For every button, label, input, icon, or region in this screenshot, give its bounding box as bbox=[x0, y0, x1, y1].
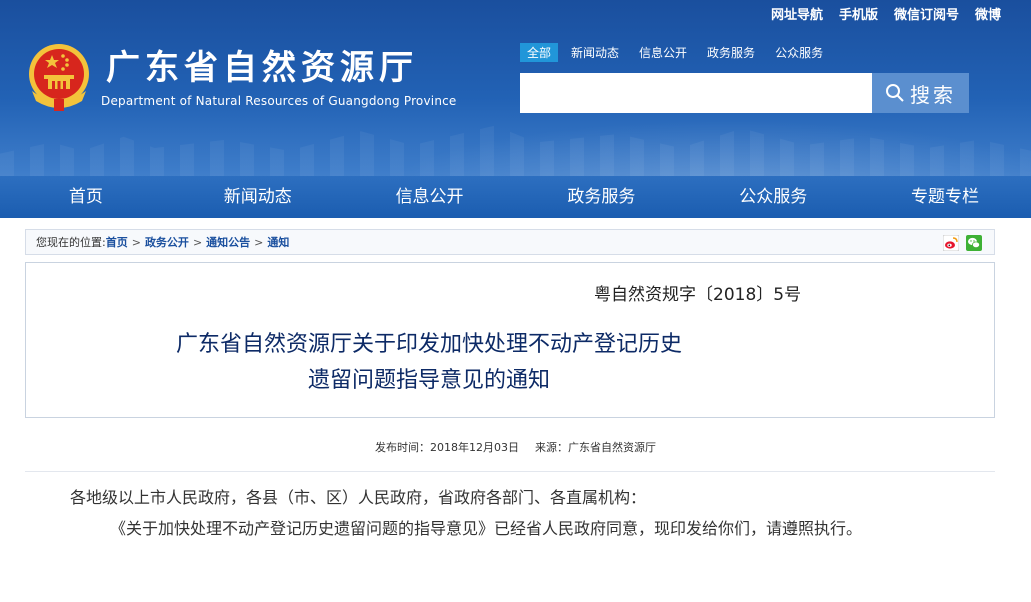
source-value: 广东省自然资源厅 bbox=[568, 441, 656, 454]
breadcrumb-prefix: 您现在的位置: bbox=[36, 236, 106, 249]
document-title-box: 粤自然资规字〔2018〕5号 广东省自然资源厅关于印发加快处理不动产登记历史 遗… bbox=[25, 262, 995, 418]
top-link-weibo[interactable]: 微博 bbox=[975, 4, 1001, 23]
main-nav: 首页 新闻动态 信息公开 政务服务 公众服务 专题专栏 bbox=[0, 176, 1031, 218]
document-title-line-2: 遗留问题指导意见的通知 bbox=[307, 368, 550, 393]
publish-meta: 发布时间：2018年12月03日 来源：广东省自然资源厅 bbox=[0, 439, 1031, 455]
top-link-site-nav[interactable]: 网址导航 bbox=[771, 4, 823, 23]
document-number: 粤自然资规字〔2018〕5号 bbox=[594, 285, 802, 305]
search-tab-all[interactable]: 全部 bbox=[520, 43, 559, 62]
document-title: 广东省自然资源厅关于印发加快处理不动产登记历史 遗留问题指导意见的通知 bbox=[26, 327, 994, 399]
search-tab-news[interactable]: 新闻动态 bbox=[564, 43, 626, 62]
nav-item-topics[interactable]: 专题专栏 bbox=[859, 176, 1031, 218]
nav-item-news[interactable]: 新闻动态 bbox=[172, 176, 344, 218]
search-scope-tabs: 全部 新闻动态 信息公开 政务服务 公众服务 bbox=[520, 43, 830, 62]
meta-divider bbox=[25, 471, 995, 472]
article-paragraph-1: 《关于加快处理不动产登记历史遗留问题的指导意见》已经省人民政府同意，现印发给你们… bbox=[110, 519, 863, 538]
search-tab-info[interactable]: 信息公开 bbox=[632, 43, 694, 62]
site-subtitle: Department of Natural Resources of Guang… bbox=[101, 94, 457, 108]
nav-item-services[interactable]: 政务服务 bbox=[515, 176, 687, 218]
breadcrumb-announcements[interactable]: 通知公告 bbox=[206, 234, 250, 250]
weibo-icon[interactable] bbox=[943, 235, 959, 251]
top-link-wechat[interactable]: 微信订阅号 bbox=[894, 4, 959, 23]
nav-item-public[interactable]: 公众服务 bbox=[687, 176, 859, 218]
nav-item-info[interactable]: 信息公开 bbox=[344, 176, 516, 218]
share-buttons bbox=[943, 235, 982, 251]
search-button-label: 搜索 bbox=[910, 82, 956, 107]
publish-date: 2018年12月03日 bbox=[430, 441, 519, 454]
top-links: 网址导航 手机版 微信订阅号 微博 bbox=[771, 4, 1001, 23]
site-title: 广东省自然资源厅 bbox=[106, 48, 418, 88]
breadcrumb-separator: > bbox=[254, 235, 264, 249]
breadcrumb-separator: > bbox=[192, 235, 203, 249]
wechat-icon[interactable] bbox=[966, 235, 982, 251]
breadcrumb-gov-affairs[interactable]: 政务公开 bbox=[145, 234, 189, 250]
source-label: 来源： bbox=[535, 441, 568, 454]
top-link-mobile[interactable]: 手机版 bbox=[839, 4, 878, 23]
search-input[interactable] bbox=[520, 73, 872, 113]
nav-item-home[interactable]: 首页 bbox=[0, 176, 172, 218]
breadcrumb: 您现在的位置: 首页 > 政务公开 > 通知公告 > 通知 bbox=[25, 229, 995, 255]
document-title-line-1: 广东省自然资源厅关于印发加快处理不动产登记历史 bbox=[175, 332, 682, 357]
breadcrumb-home[interactable]: 首页 bbox=[106, 234, 128, 250]
national-emblem-icon[interactable] bbox=[24, 41, 94, 113]
search-tab-public[interactable]: 公众服务 bbox=[768, 43, 830, 62]
breadcrumb-separator: > bbox=[131, 235, 141, 249]
breadcrumb-notice[interactable]: 通知 bbox=[267, 234, 289, 250]
article-body: 各地级以上市人民政府，各县（市、区）人民政府，省政府各部门、各直属机构： 《关于… bbox=[70, 482, 930, 544]
article-paragraph-salutation: 各地级以上市人民政府，各县（市、区）人民政府，省政府各部门、各直属机构： bbox=[70, 488, 647, 507]
search-icon bbox=[886, 84, 904, 102]
publish-label: 发布时间： bbox=[375, 441, 430, 454]
search-button[interactable]: 搜索 bbox=[872, 73, 969, 113]
search-tab-services[interactable]: 政务服务 bbox=[700, 43, 762, 62]
